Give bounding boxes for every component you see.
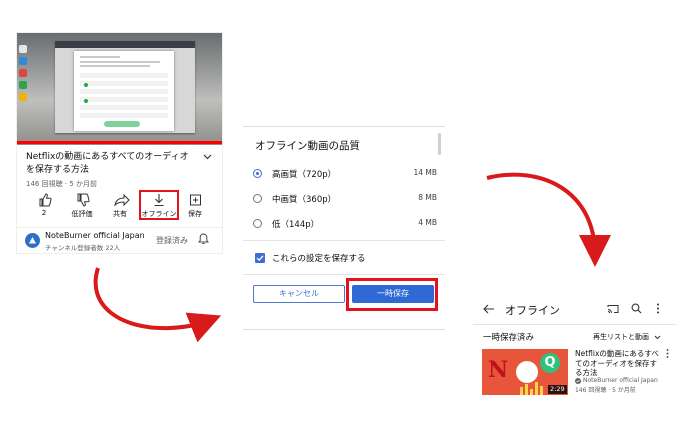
arrow-icon: [93, 267, 222, 343]
flow-arrows: [93, 172, 611, 343]
arrow-icon: [486, 172, 611, 267]
